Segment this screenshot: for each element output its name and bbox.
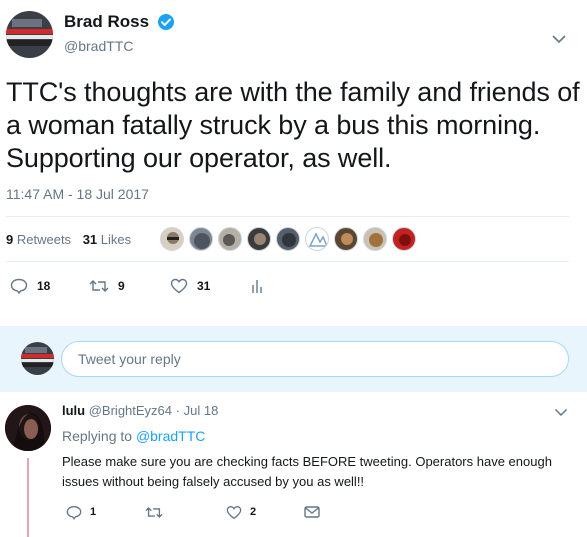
liker-avatars [160,227,421,253]
liker-avatar-4[interactable] [247,227,271,251]
likes-stat[interactable]: 31 Likes [83,232,131,247]
retweets-count: 9 [6,232,14,247]
reply-input[interactable]: Tweet your reply [61,341,569,377]
liker-avatar-1[interactable] [160,227,184,251]
separator-dot: · [175,403,180,418]
current-user-avatar [21,342,54,375]
liker-avatar-9[interactable] [392,227,416,251]
liker-avatar-7[interactable] [334,227,358,251]
like-count: 31 [197,279,211,293]
heart-icon [226,505,242,519]
envelope-icon [304,506,320,518]
reply-author-handle[interactable]: @BrightEyz64 [89,403,172,418]
reply-count: 18 [37,279,51,293]
reply-author-avatar[interactable] [5,405,51,451]
author-handle[interactable]: @bradTTC [64,38,133,54]
retweets-stat[interactable]: 9 Retweets [6,232,71,247]
like-button[interactable]: 31 [170,276,210,296]
like-button[interactable]: 2 [226,502,256,522]
likes-count: 31 [82,232,98,247]
divider [6,216,569,217]
analytics-icon [252,280,262,293]
direct-message-button[interactable] [304,502,320,522]
chevron-down-icon[interactable] [551,32,567,44]
retweet-icon [145,506,163,518]
chevron-down-icon[interactable] [554,405,568,417]
retweets-label: Retweets [16,232,72,247]
author-name[interactable]: Brad Ross [64,12,149,32]
liker-avatar-5[interactable] [276,227,300,251]
reply-button[interactable]: 18 [10,276,50,296]
main-tweet: Brad Ross @bradTTC TTC's thoughts are wi… [0,0,587,326]
retweet-button[interactable]: 9 [89,276,125,296]
likes-label: Likes [100,232,132,247]
heart-icon [170,278,188,294]
liker-avatar-8[interactable] [363,227,387,251]
divider [6,261,569,262]
verified-badge-icon [157,13,175,31]
reply-text: Please make sure you are checking facts … [62,454,552,489]
replying-to-label: Replying to [62,428,133,444]
reply-author-name[interactable]: lulu [62,403,85,418]
replying-to: Replying to @bradTTC [62,428,205,444]
reply-button[interactable]: 1 [66,502,96,522]
analytics-button[interactable] [250,276,264,296]
liker-avatar-6[interactable] [305,227,329,251]
reply-count: 1 [90,506,97,518]
retweet-button[interactable] [145,502,163,522]
tweet-text: TTC's thoughts are with the family and f… [6,77,580,173]
retweet-count: 9 [118,279,125,293]
replying-to-handle-link[interactable]: @bradTTC [136,428,205,444]
author-avatar[interactable] [6,11,53,58]
reply-icon [66,505,82,520]
tweet-timestamp[interactable]: 11:47 AM - 18 Jul 2017 [6,186,149,202]
liker-avatar-3[interactable] [218,227,242,251]
retweet-icon [89,280,109,292]
liker-avatar-2[interactable] [189,227,213,251]
tweet-stats: 9 Retweets 31 Likes [6,232,139,247]
like-count: 2 [250,506,257,518]
reply-date[interactable]: Jul 18 [184,403,219,418]
thread-line [27,458,29,537]
reply-header: lulu @BrightEyz64 · Jul 18 [62,403,218,418]
reply-icon [10,278,28,294]
